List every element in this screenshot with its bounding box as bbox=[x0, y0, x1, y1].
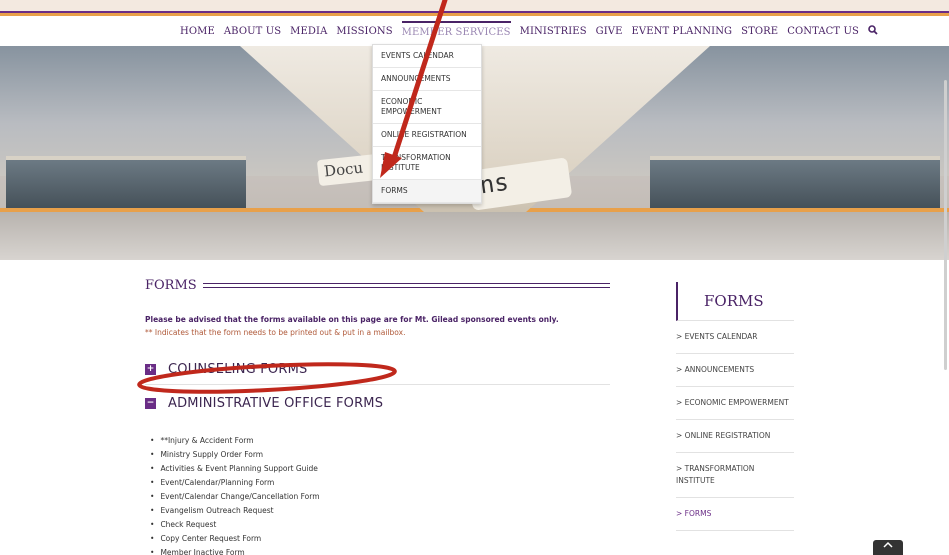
hero-bottom-band bbox=[0, 212, 949, 260]
sidebar-item-announcements[interactable]: > ANNOUNCEMENTS bbox=[676, 354, 794, 387]
chevron-up-icon[interactable] bbox=[873, 540, 903, 555]
forms-notice: Please be advised that the forms availab… bbox=[145, 315, 559, 324]
nav-store[interactable]: STORE bbox=[741, 26, 778, 37]
nav-missions[interactable]: MISSIONS bbox=[336, 26, 392, 37]
list-item[interactable]: Check Request bbox=[150, 518, 320, 532]
print-notice: ** Indicates that the form needs to be p… bbox=[145, 328, 406, 337]
nav-give[interactable]: GIVE bbox=[596, 26, 623, 37]
nav-home[interactable]: HOME bbox=[180, 26, 215, 37]
title-rule bbox=[202, 283, 610, 288]
sidebar-item-events-calendar[interactable]: > EVENTS CALENDAR bbox=[676, 321, 794, 354]
accordion-counseling-forms[interactable]: + COUNSELING FORMS bbox=[145, 362, 610, 377]
list-item[interactable]: **Injury & Accident Form bbox=[150, 434, 320, 448]
search-icon[interactable] bbox=[868, 24, 878, 38]
collapse-icon[interactable]: − bbox=[145, 398, 156, 409]
nav-event-planning[interactable]: EVENT PLANNING bbox=[632, 26, 733, 37]
dropdown-item-online-registration[interactable]: ONLINE REGISTRATION bbox=[373, 124, 481, 147]
list-item[interactable]: Event/Calendar/Planning Form bbox=[150, 476, 320, 490]
sidebar-item-forms[interactable]: > FORMS bbox=[676, 498, 794, 531]
content-main: FORMS Please be advised that the forms a… bbox=[145, 278, 610, 337]
forms-list: **Injury & Accident Form Ministry Supply… bbox=[150, 434, 320, 555]
dropdown-item-announcements[interactable]: ANNOUNCEMENTS bbox=[373, 68, 481, 91]
dropdown-item-events-calendar[interactable]: EVENTS CALENDAR bbox=[373, 45, 481, 68]
nav-about-us[interactable]: ABOUT US bbox=[224, 26, 281, 37]
scrollbar[interactable] bbox=[944, 80, 947, 370]
list-item[interactable]: Event/Calendar Change/Cancellation Form bbox=[150, 490, 319, 504]
page-title: FORMS bbox=[145, 278, 197, 293]
sidebar-title: FORMS bbox=[676, 282, 794, 321]
nav-ministries[interactable]: MINISTRIES bbox=[520, 26, 587, 37]
top-stripe bbox=[0, 0, 949, 16]
accordion-label[interactable]: COUNSELING FORMS bbox=[168, 362, 307, 377]
list-item[interactable]: Ministry Supply Order Form bbox=[150, 448, 320, 462]
sidebar-item-online-registration[interactable]: > ONLINE REGISTRATION bbox=[676, 420, 794, 453]
sidebar: FORMS > EVENTS CALENDAR > ANNOUNCEMENTS … bbox=[676, 282, 794, 531]
list-item[interactable]: Activities & Event Planning Support Guid… bbox=[150, 462, 320, 476]
member-services-dropdown: EVENTS CALENDAR ANNOUNCEMENTS ECONOMIC E… bbox=[372, 44, 482, 204]
nav-media[interactable]: MEDIA bbox=[290, 26, 327, 37]
accordion-label[interactable]: ADMINISTRATIVE OFFICE FORMS bbox=[168, 396, 383, 411]
list-item[interactable]: Evangelism Outreach Request bbox=[150, 504, 320, 518]
dropdown-item-transformation-institute[interactable]: TRANSFORMATION INSTITUTE bbox=[373, 147, 481, 180]
list-item[interactable]: Member Inactive Form bbox=[150, 546, 320, 555]
sidebar-item-transformation-institute[interactable]: > TRANSFORMATION INSTITUTE bbox=[676, 453, 794, 498]
main-nav: HOME ABOUT US MEDIA MISSIONS MEMBER SERV… bbox=[0, 16, 949, 46]
hero-building-left bbox=[6, 156, 246, 216]
accordion-divider bbox=[145, 384, 610, 385]
hero-building-right bbox=[650, 156, 940, 216]
accordion-administrative-office-forms[interactable]: − ADMINISTRATIVE OFFICE FORMS bbox=[145, 396, 610, 411]
nav-member-services[interactable]: MEMBER SERVICES bbox=[401, 20, 511, 38]
expand-icon[interactable]: + bbox=[145, 364, 156, 375]
dropdown-item-forms[interactable]: FORMS bbox=[373, 180, 481, 203]
nav-contact-us[interactable]: CONTACT US bbox=[787, 26, 859, 37]
dropdown-item-economic-empowerment[interactable]: ECONOMIC EMPOWERMENT bbox=[373, 91, 481, 124]
list-item[interactable]: Copy Center Request Form bbox=[150, 532, 320, 546]
sidebar-item-economic-empowerment[interactable]: > ECONOMIC EMPOWERMENT bbox=[676, 387, 794, 420]
